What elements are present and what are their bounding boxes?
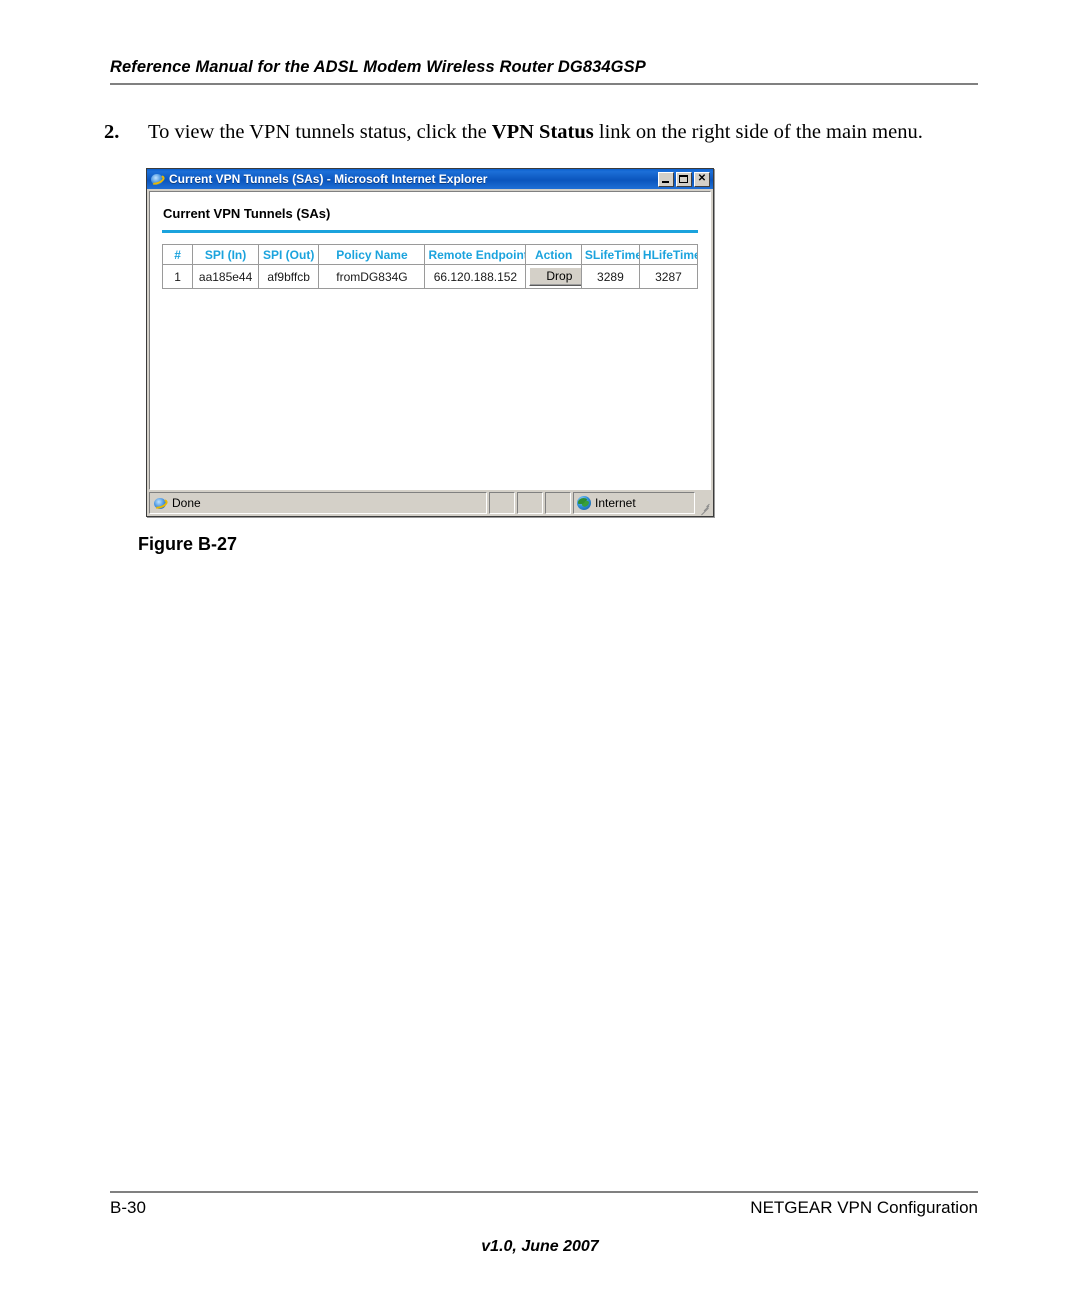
cell-remote-endpoint: 66.120.188.152 <box>424 264 527 289</box>
cell-num: 1 <box>161 264 194 289</box>
cell-action: Drop <box>525 264 582 289</box>
vpn-tunnels-table: # SPI (In) SPI (Out) Policy Name Remote … <box>161 244 699 289</box>
status-message-pane: Done <box>149 492 487 514</box>
close-icon: ✕ <box>697 173 707 184</box>
page-title: Current VPN Tunnels (SAs) <box>163 206 331 221</box>
status-pane-3 <box>545 492 571 514</box>
footer-section-title: NETGEAR VPN Configuration <box>750 1198 978 1217</box>
maximize-button[interactable] <box>676 171 692 187</box>
minimize-icon <box>662 180 669 183</box>
internet-explorer-icon <box>149 172 166 187</box>
security-zone-pane[interactable]: Internet <box>573 492 695 514</box>
column-header-spi-in: SPI (In) <box>192 244 259 265</box>
footer-divider <box>110 1191 978 1193</box>
accent-divider <box>162 230 698 233</box>
security-zone-text: Internet <box>595 496 636 510</box>
column-header-action: Action <box>525 244 582 265</box>
close-button[interactable]: ✕ <box>694 171 710 187</box>
footer-version: v1.0, June 2007 <box>481 1238 599 1255</box>
step-number: 2. <box>104 121 120 143</box>
column-header-hlifetime: HLifeTime <box>638 244 699 265</box>
column-header-slifetime: SLifeTime <box>580 244 640 265</box>
table-header-row: # SPI (In) SPI (Out) Policy Name Remote … <box>161 244 699 265</box>
cell-hlifetime: 3287 <box>638 264 699 289</box>
header-divider <box>110 83 978 85</box>
maximize-icon <box>679 174 688 183</box>
window-titlebar[interactable]: Current VPN Tunnels (SAs) - Microsoft In… <box>147 169 713 189</box>
page-footer: B-30 NETGEAR VPN Configuration <box>110 1198 978 1218</box>
running-header-text: Reference Manual for the ADSL Modem Wire… <box>110 58 646 76</box>
cell-slifetime: 3289 <box>580 264 640 289</box>
status-pane-2 <box>517 492 543 514</box>
column-header-remote-endpoint: Remote Endpoint <box>424 244 527 265</box>
step-text-after: link on the right side of the main menu. <box>593 121 923 143</box>
browser-window: Current VPN Tunnels (SAs) - Microsoft In… <box>146 168 714 517</box>
cell-spi-in: aa185e44 <box>192 264 259 289</box>
column-header-num: # <box>161 244 194 265</box>
vpn-status-page: Current VPN Tunnels (SAs) # SPI (In) SPI… <box>150 192 710 289</box>
window-title: Current VPN Tunnels (SAs) - Microsoft In… <box>169 172 488 186</box>
cell-spi-out: af9bffcb <box>257 264 320 289</box>
page-running-header: Reference Manual for the ADSL Modem Wire… <box>110 58 978 85</box>
figure-caption: Figure B-27 <box>138 534 238 554</box>
table-row: 1 aa185e44 af9bffcb fromDG834G 66.120.18… <box>161 264 699 289</box>
browser-content-area: Current VPN Tunnels (SAs) # SPI (In) SPI… <box>149 191 711 490</box>
instruction-step: 2. To view the VPN tunnels status, click … <box>104 118 984 146</box>
resize-grip[interactable] <box>697 492 711 516</box>
cell-policy-name: fromDG834G <box>318 264 426 289</box>
status-pane-1 <box>489 492 515 514</box>
step-text-emphasis: VPN Status <box>491 121 594 143</box>
column-header-policy-name: Policy Name <box>318 244 426 265</box>
column-header-spi-out: SPI (Out) <box>257 244 320 265</box>
footer-page-number: B-30 <box>110 1198 146 1217</box>
internet-explorer-icon <box>152 496 169 511</box>
globe-icon <box>577 496 591 510</box>
status-text: Done <box>172 496 201 510</box>
step-text-before: To view the VPN tunnels status, click th… <box>148 121 492 143</box>
window-controls: ✕ <box>658 171 711 187</box>
browser-status-bar: Done Internet <box>149 492 711 516</box>
minimize-button[interactable] <box>658 171 674 187</box>
drop-button[interactable]: Drop <box>529 267 581 286</box>
